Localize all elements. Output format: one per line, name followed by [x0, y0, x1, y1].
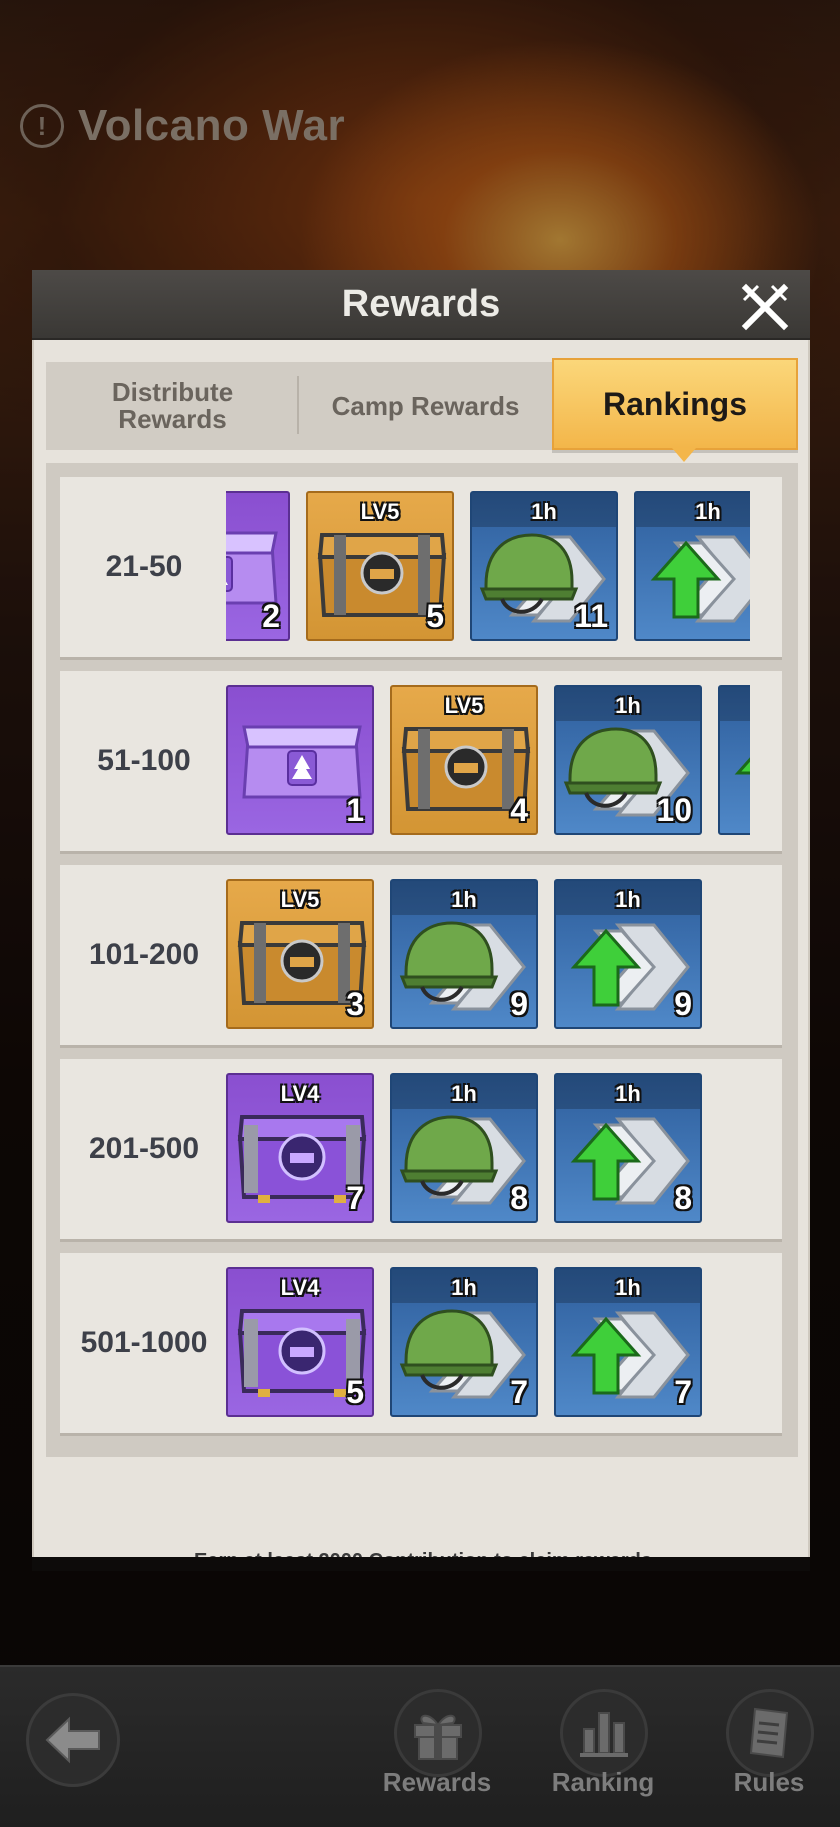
ranking-row: 101-200 LV5 3 1h 9 1h 9: [60, 865, 782, 1045]
modal-title: Rewards: [341, 282, 501, 325]
reward-item-count: 10: [656, 792, 692, 828]
reward-item-count: 7: [674, 1374, 692, 1410]
tab-bar: Distribute Rewards Camp Rewards Rankings: [46, 358, 798, 462]
reward-item-count: 1: [346, 792, 364, 828]
reward-item-tag: 1h: [531, 499, 557, 524]
nav-rewards[interactable]: Rewards: [372, 1689, 502, 1819]
back-arrow-icon: [45, 1716, 100, 1764]
reward-item-count: 4: [510, 792, 528, 828]
ranking-row: 51-100 1 LV5 4 1h 10: [60, 671, 782, 851]
reward-item-tag: 1h: [451, 1081, 477, 1106]
reward-item-gold-crate[interactable]: LV5 3: [226, 879, 374, 1029]
reward-item-count: 8: [674, 1180, 692, 1216]
nav-rules-circle: [726, 1689, 814, 1777]
reward-item-helmet-speedup[interactable]: 1h 9: [390, 879, 538, 1029]
modal-header: Rewards: [32, 270, 810, 340]
tab-distribute-rewards[interactable]: Distribute Rewards: [46, 362, 299, 450]
reward-item-tag: LV5: [360, 499, 400, 524]
rewards-modal: Rewards Distribute Rewards Camp Rewards: [32, 270, 810, 1572]
reward-item-count: 7: [510, 1374, 528, 1410]
reward-item-arrow-speedup[interactable]: 1h 7: [554, 1267, 702, 1417]
modal-bottom-edge: [32, 1557, 810, 1571]
tab-rankings-label: Rankings: [602, 385, 748, 422]
reward-item-gold-crate[interactable]: LV5 4: [390, 685, 538, 835]
nav-rules-label: Rules: [733, 1767, 805, 1797]
reward-item-tag: LV5: [444, 693, 484, 718]
reward-item-count: 9: [674, 986, 692, 1022]
reward-item-count: 8: [510, 1180, 528, 1216]
document-icon: [749, 1707, 789, 1759]
nav-ranking-circle: [560, 1689, 648, 1777]
reward-item-helmet-speedup[interactable]: 1h 7: [390, 1267, 538, 1417]
reward-item-count: 5: [426, 598, 444, 634]
reward-item-count: 5: [346, 1374, 364, 1410]
ranking-row: 501-1000 LV4 5 1h 7 1h 7: [60, 1253, 782, 1433]
rankings-list[interactable]: 21-50 2 LV5 5 1h 11 1h 51-100 1 LV5 4 1h 10 101-2…: [46, 463, 798, 1457]
nav-ranking-label: Ranking: [551, 1767, 655, 1797]
reward-item-helmet-speedup[interactable]: 1h 11: [470, 491, 618, 641]
reward-item-tag: 1h: [615, 1081, 641, 1106]
close-button[interactable]: [738, 280, 792, 334]
reward-item-purple-truck-crate[interactable]: LV4 5: [226, 1267, 374, 1417]
bar-chart-icon: [580, 1712, 628, 1757]
event-title: ! Volcano War: [20, 96, 345, 156]
ranking-row: 201-500 LV4 7 1h 8 1h 8: [60, 1059, 782, 1239]
reward-item-arrow-speedup[interactable]: 1h: [634, 491, 750, 641]
modal-body: Distribute Rewards Camp Rewards Rankings…: [32, 340, 810, 1572]
nav-rules[interactable]: Rules: [704, 1689, 834, 1819]
reward-item-purple-crate[interactable]: 2: [226, 491, 290, 641]
back-button[interactable]: [26, 1693, 120, 1787]
reward-item-arrow-speedup[interactable]: 1h 8: [554, 1073, 702, 1223]
reward-item-helmet-speedup[interactable]: 1h 8: [390, 1073, 538, 1223]
tab-rankings[interactable]: Rankings: [552, 358, 798, 462]
rank-label: 101-200: [88, 938, 200, 971]
reward-item-tag: 1h: [615, 887, 641, 912]
reward-item-tag: LV4: [280, 1275, 320, 1300]
reward-item-count: 9: [510, 986, 528, 1022]
reward-item-arrow-speedup[interactable]: [718, 685, 750, 835]
reward-item-purple-truck-crate[interactable]: LV4 7: [226, 1073, 374, 1223]
arrow-speedup-icon: [734, 757, 750, 775]
rank-label: 51-100: [97, 744, 191, 777]
reward-item-gold-crate[interactable]: LV5 5: [306, 491, 454, 641]
rank-label: 201-500: [88, 1132, 200, 1165]
reward-item-count: 7: [346, 1180, 364, 1216]
ranking-row: 21-50 2 LV5 5 1h 11 1h: [60, 477, 782, 657]
reward-item-tag: 1h: [615, 1275, 641, 1300]
reward-item-tag: 1h: [695, 499, 721, 524]
nav-ranking[interactable]: Ranking: [538, 1689, 668, 1819]
close-icon: [741, 283, 789, 331]
reward-items[interactable]: LV4 7 1h 8 1h 8: [226, 1073, 750, 1225]
reward-items[interactable]: 2 LV5 5 1h 11 1h: [226, 491, 750, 643]
reward-item-tag: 1h: [615, 693, 641, 718]
gift-icon: [414, 1714, 462, 1760]
reward-item-helmet-speedup[interactable]: 1h 10: [554, 685, 702, 835]
reward-items[interactable]: 1 LV5 4 1h 10: [226, 685, 750, 837]
tab-camp-rewards-label: Camp Rewards: [331, 390, 520, 421]
tab-label-line2: Rewards: [118, 404, 227, 434]
reward-item-tag: 1h: [451, 887, 477, 912]
tab-label-line1: Distribute: [111, 377, 234, 407]
reward-item-tag: LV4: [280, 1081, 320, 1106]
reward-item-count: 11: [574, 598, 608, 634]
reward-item-arrow-speedup[interactable]: 1h 9: [554, 879, 702, 1029]
rank-label: 501-1000: [80, 1326, 208, 1359]
reward-item-count: 3: [346, 986, 364, 1022]
nav-rewards-circle: [394, 1689, 482, 1777]
rank-label: 21-50: [105, 550, 183, 583]
tab-camp-rewards[interactable]: Camp Rewards: [299, 362, 552, 450]
tab-pointer: [672, 448, 696, 462]
reward-item-tag: 1h: [451, 1275, 477, 1300]
reward-item-purple-crate[interactable]: 1: [226, 685, 374, 835]
tab-distribute-rewards-label: Distribute Rewards: [112, 379, 233, 433]
reward-item-tag: LV5: [280, 887, 320, 912]
purple-crate-icon: [226, 531, 278, 605]
exclamation-icon[interactable]: !: [20, 104, 64, 148]
reward-items[interactable]: LV5 3 1h 9 1h 9: [226, 879, 750, 1031]
reward-item-count: 2: [262, 598, 280, 634]
reward-items[interactable]: LV4 5 1h 7 1h 7: [226, 1267, 750, 1419]
bottom-nav: Rewards Ranking Rules: [0, 1665, 840, 1827]
nav-rewards-label: Rewards: [382, 1767, 492, 1797]
event-title-text: Volcano War: [78, 101, 346, 150]
